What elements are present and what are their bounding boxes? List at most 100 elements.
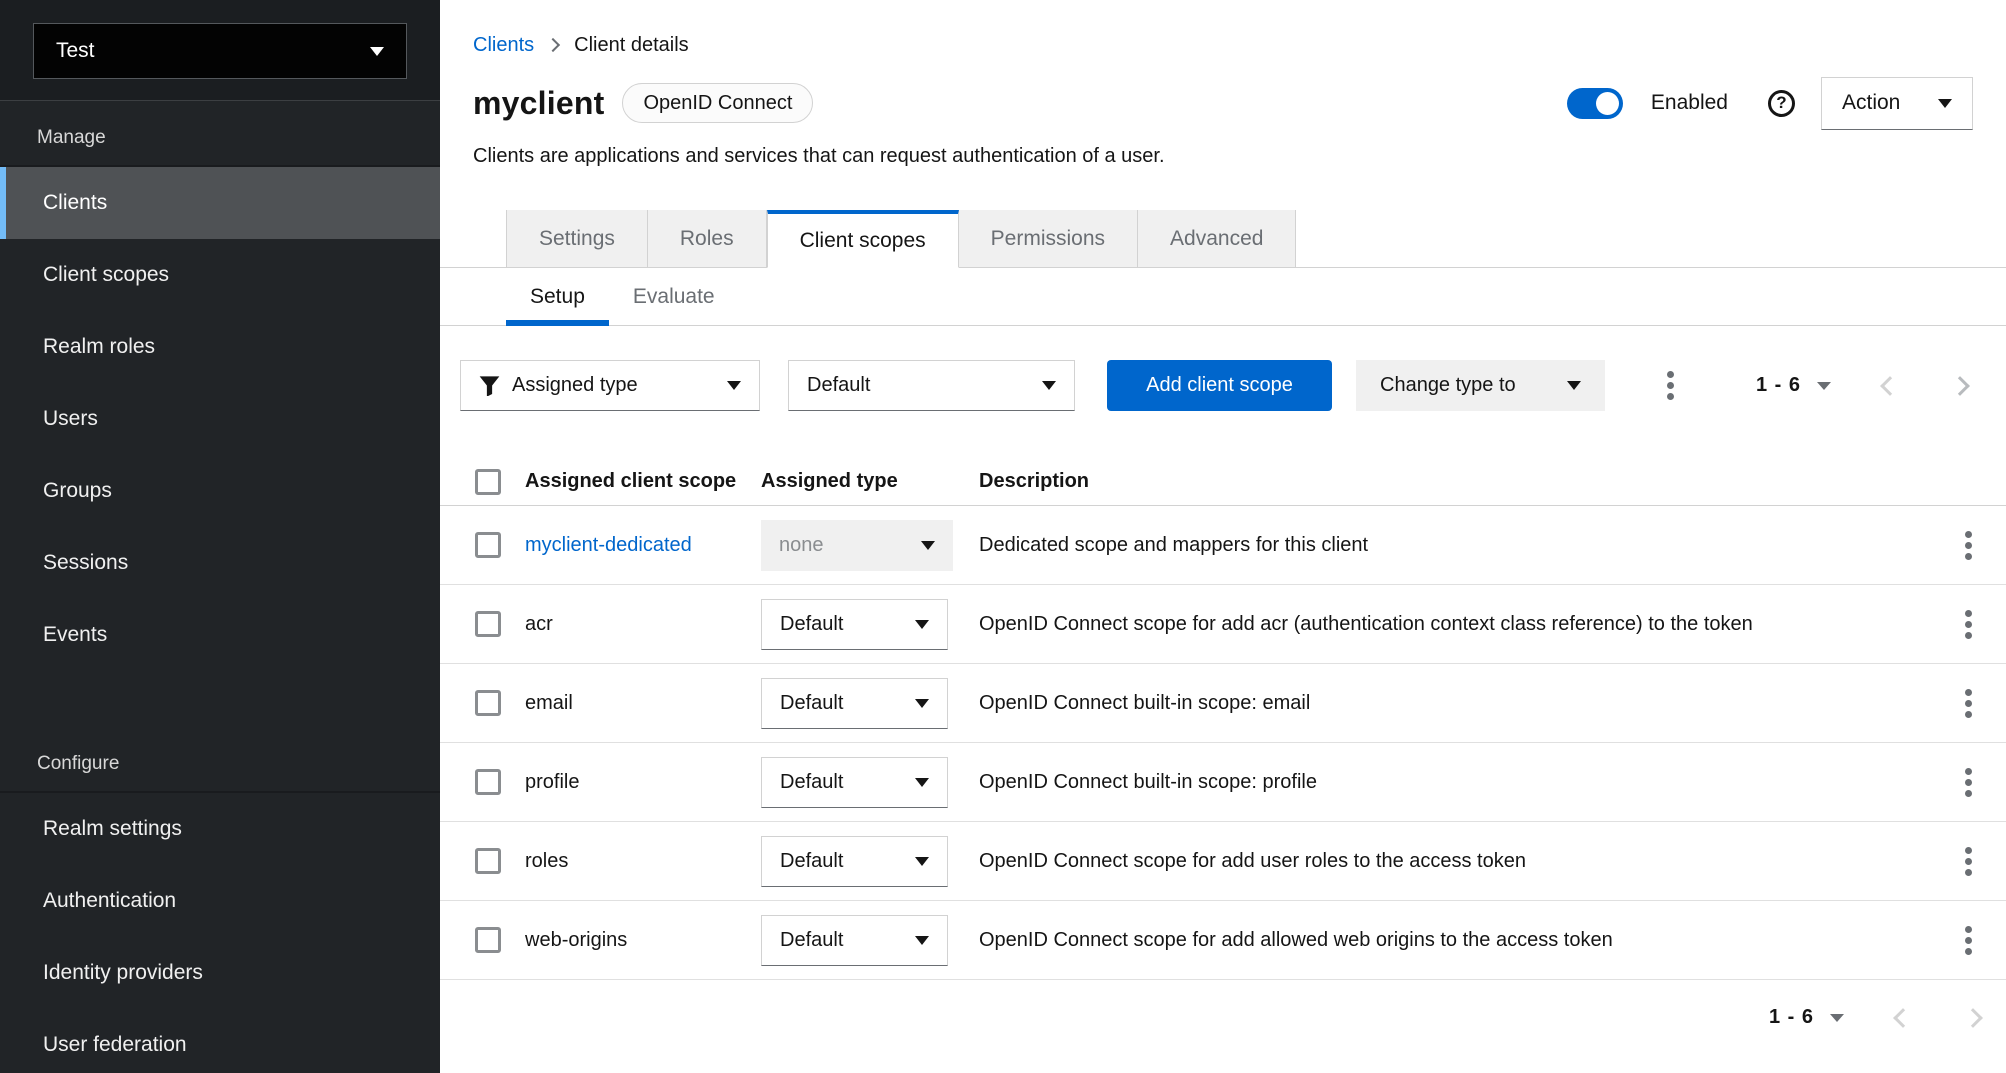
sidebar-item-clients[interactable]: Clients xyxy=(0,167,440,239)
filter-value-dropdown[interactable]: Default xyxy=(788,360,1075,411)
chevron-down-icon xyxy=(915,936,929,945)
row-kebab-menu[interactable] xyxy=(1955,841,1982,882)
row-checkbox[interactable] xyxy=(475,848,501,874)
sidebar-item-events[interactable]: Events xyxy=(0,599,440,671)
kebab-dot xyxy=(1965,553,1972,560)
realm-name: Test xyxy=(56,39,95,63)
sidebar-item-user-federation[interactable]: User federation xyxy=(0,1009,440,1073)
filter-dropdown-label: Assigned type xyxy=(512,374,638,397)
kebab-dot xyxy=(1965,926,1972,933)
help-icon[interactable]: ? xyxy=(1768,90,1795,117)
nav-section-title: Manage xyxy=(0,117,440,165)
scope-name: acr xyxy=(525,613,761,636)
chevron-down-icon xyxy=(727,381,741,390)
sidebar-item-groups[interactable]: Groups xyxy=(0,455,440,527)
filter-value-label: Default xyxy=(807,374,870,397)
assigned-type-filter-dropdown[interactable]: Assigned type xyxy=(460,360,760,411)
table-row: profile Default OpenID Connect built-in … xyxy=(440,743,2006,822)
sidebar-item-sessions[interactable]: Sessions xyxy=(0,527,440,599)
row-kebab-menu[interactable] xyxy=(1955,920,1982,961)
tab-client-scopes[interactable]: Client scopes xyxy=(767,210,959,268)
kebab-dot xyxy=(1965,948,1972,955)
kebab-dot xyxy=(1965,531,1972,538)
table-row: myclient-dedicated none Dedicated scope … xyxy=(440,506,2006,585)
toolbar-kebab-menu[interactable] xyxy=(1657,365,1684,406)
row-kebab-menu[interactable] xyxy=(1955,683,1982,724)
select-all-checkbox[interactable] xyxy=(475,469,501,495)
column-header-description: Description xyxy=(979,470,1931,493)
row-checkbox[interactable] xyxy=(475,927,501,953)
assigned-type-value: Default xyxy=(780,929,843,952)
kebab-dot xyxy=(1965,869,1972,876)
assigned-type-value: none xyxy=(779,534,824,557)
pagination-top: 1 - 6 xyxy=(1756,374,1967,397)
row-kebab-menu[interactable] xyxy=(1955,525,1982,566)
table-row: acr Default OpenID Connect scope for add… xyxy=(440,585,2006,664)
row-kebab-menu[interactable] xyxy=(1955,604,1982,645)
sidebar-item-users[interactable]: Users xyxy=(0,383,440,455)
table-row: roles Default OpenID Connect scope for a… xyxy=(440,822,2006,901)
assigned-type-select[interactable]: Default xyxy=(761,915,948,966)
tab-permissions[interactable]: Permissions xyxy=(959,210,1138,267)
chevron-down-icon xyxy=(1938,99,1952,108)
assigned-type-value: Default xyxy=(780,613,843,636)
kebab-dot xyxy=(1667,393,1674,400)
title-row: myclient OpenID Connect Enabled ? Action xyxy=(473,81,1973,125)
change-type-to-dropdown[interactable]: Change type to xyxy=(1356,360,1605,411)
row-kebab-menu[interactable] xyxy=(1955,762,1982,803)
main-content: Clients Client details myclient OpenID C… xyxy=(440,0,2006,1073)
action-dropdown[interactable]: Action xyxy=(1821,77,1973,130)
tab-roles[interactable]: Roles xyxy=(648,210,767,267)
sidebar-item-authentication[interactable]: Authentication xyxy=(0,865,440,937)
subtab-evaluate[interactable]: Evaluate xyxy=(609,268,739,325)
scope-name: web-origins xyxy=(525,929,761,952)
chevron-down-icon xyxy=(915,699,929,708)
pagination-menu-caret-icon[interactable] xyxy=(1830,1014,1844,1022)
subtab-setup[interactable]: Setup xyxy=(506,268,609,325)
sidebar-item-client-scopes[interactable]: Client scopes xyxy=(0,239,440,311)
bottom-bar: 1 - 6 xyxy=(440,980,2006,1029)
filter-icon xyxy=(479,375,500,396)
kebab-dot xyxy=(1965,700,1972,707)
assigned-type-select[interactable]: Default xyxy=(761,836,948,887)
column-header-assigned-client-scope: Assigned client scope xyxy=(525,470,761,493)
table-row: email Default OpenID Connect built-in sc… xyxy=(440,664,2006,743)
assigned-type-select[interactable]: Default xyxy=(761,757,948,808)
sidebar-item-identity-providers[interactable]: Identity providers xyxy=(0,937,440,1009)
sidebar: Test Manage Clients Client scopes Realm … xyxy=(0,0,440,1073)
chevron-down-icon xyxy=(1042,381,1056,390)
sidebar-item-realm-settings[interactable]: Realm settings xyxy=(0,793,440,865)
tab-settings[interactable]: Settings xyxy=(506,210,648,267)
row-checkbox[interactable] xyxy=(475,611,501,637)
add-client-scope-button[interactable]: Add client scope xyxy=(1107,360,1332,411)
assigned-type-select[interactable]: Default xyxy=(761,678,948,729)
breadcrumb-current: Client details xyxy=(574,34,689,57)
realm-selector[interactable]: Test xyxy=(33,23,407,79)
row-checkbox[interactable] xyxy=(475,690,501,716)
pagination-next-icon[interactable] xyxy=(1963,1008,1983,1028)
kebab-dot xyxy=(1965,711,1972,718)
action-dropdown-label: Action xyxy=(1842,91,1900,115)
assigned-type-select[interactable]: Default xyxy=(761,599,948,650)
scope-description: OpenID Connect built-in scope: email xyxy=(979,692,1931,715)
row-checkbox[interactable] xyxy=(475,769,501,795)
assigned-type-select: none xyxy=(761,520,953,571)
pagination-menu-caret-icon[interactable] xyxy=(1817,382,1831,390)
row-checkbox[interactable] xyxy=(475,532,501,558)
scope-description: Dedicated scope and mappers for this cli… xyxy=(979,534,1931,557)
page-title: myclient xyxy=(473,85,604,122)
chevron-down-icon xyxy=(915,778,929,787)
scope-name: roles xyxy=(525,850,761,873)
pagination-prev-icon[interactable] xyxy=(1893,1008,1913,1028)
kebab-dot xyxy=(1965,768,1972,775)
enabled-toggle[interactable] xyxy=(1567,88,1623,119)
tab-advanced[interactable]: Advanced xyxy=(1138,210,1296,267)
pagination-next-icon[interactable] xyxy=(1950,376,1970,396)
sidebar-item-realm-roles[interactable]: Realm roles xyxy=(0,311,440,383)
pagination-prev-icon[interactable] xyxy=(1880,376,1900,396)
assigned-type-value: Default xyxy=(780,771,843,794)
nav-section-title: Configure xyxy=(0,743,440,791)
breadcrumb-clients-link[interactable]: Clients xyxy=(473,34,534,57)
scope-link[interactable]: myclient-dedicated xyxy=(525,534,692,556)
header-controls: Enabled ? Action xyxy=(1567,77,1973,130)
